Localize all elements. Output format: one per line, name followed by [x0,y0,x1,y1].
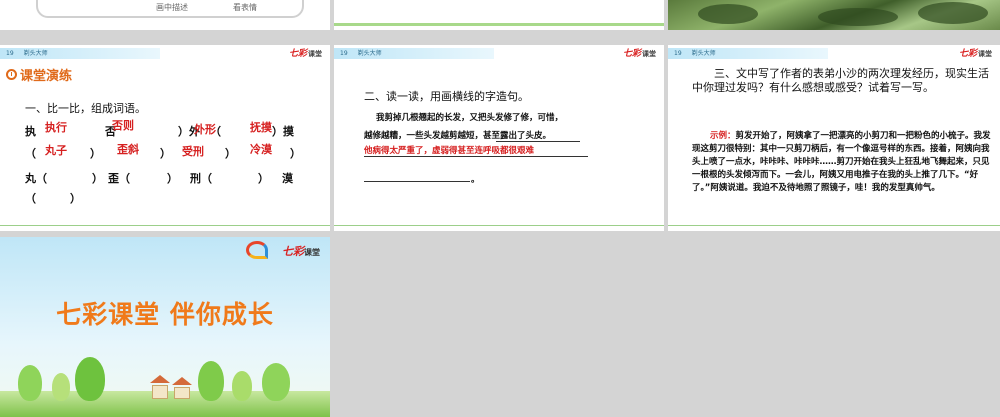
footer-green-bar [334,23,664,26]
slide-thumbnail-top-1[interactable]: 画中描述 看表情 [0,0,330,30]
slide-number: 19 [340,50,348,57]
end-mark: 。 [471,175,480,185]
tree-decoration [75,357,105,401]
house-roof [172,377,192,385]
house-decoration [174,387,190,399]
brand-logo: 七彩课堂 [622,49,656,59]
section-title: 课堂演练 [6,65,72,84]
slide-number: 19 [674,50,682,57]
row2-char-5: ） [290,147,301,160]
example-label: 示例： [710,131,736,141]
brand-logo: 七彩课堂 [282,245,320,258]
slide-thumbnail-top-3[interactable] [668,0,1000,30]
slide-thumbnail-exercise-1[interactable]: 19 剃头大师 七彩课堂 课堂演练 一、比一比，组成词语。 执 执行 否 否则 … [0,45,330,231]
row3-char-1: 丸（ [25,172,47,185]
tree-decoration [232,371,252,401]
row3-char-6: ） [258,172,269,185]
row1-answer-2: 否则 [112,119,134,132]
top-card-text-2: 看表情 [233,3,257,12]
slide-header-strip: 19 剃头大师 [668,48,828,59]
lesson-title: 剃头大师 [23,50,48,57]
row2-char-4: ） [225,147,236,160]
slide-header-strip: 19 剃头大师 [334,48,494,59]
row3-char-4: ） [167,172,178,185]
row1-char-4: （ [210,125,221,138]
row2-char-3: ） [160,147,171,160]
closing-slogan: 七彩课堂 伴你成长 [56,300,274,329]
brand-swirl-icon [246,241,268,259]
tree-decoration [198,361,224,401]
brand-logo: 七彩课堂 [958,49,992,59]
row3-char-5: 刑（ [190,172,212,185]
top-card: 画中描述 看表情 [36,0,304,18]
row2-answer-4: 冷漠 [250,143,272,156]
passage-line-1: 我剪掉几根翘起的长发，又把头发修了修，可惜， [376,113,564,123]
passage-line-2: 越修越糟，一些头发越剪越短，甚至露出了头皮。 [364,131,552,141]
row2-char-1: （ [25,147,36,160]
slide-header-strip: 19 剃头大师 [0,48,160,59]
row3-char-3: 歪（ [108,172,130,185]
row4-char-2: ） [70,192,81,205]
row2-answer-3: 受刑 [182,145,204,158]
house-roof [150,375,170,383]
clock-icon [6,69,17,80]
footer-line [668,225,1000,226]
footer-line [334,225,664,226]
house-decoration [152,385,168,399]
example-text: 剪发开始了，阿姨拿了一把漂亮的小剪刀和一把粉色的小梳子。我发现这剪刀很特别：其中… [692,131,991,193]
answer-underline-2 [364,181,470,182]
row3-char-7: 漠 [282,172,293,185]
question-text: 一、比一比，组成词语。 [25,102,146,115]
tree-decoration [52,373,70,401]
question-text: 二、读一读，用画横线的字造句。 [364,90,529,103]
brand-logo: 七彩课堂 [288,49,322,59]
row2-char-2: ） [90,147,101,160]
section-title-text: 课堂演练 [20,69,73,84]
answer-underline-1 [364,156,588,157]
slide-thumbnail-top-2[interactable] [334,0,664,30]
question-text: 三、文中写了作者的表弟小沙的两次理发经历，现实生活中你理过发吗？有什么感想或感受… [692,67,989,94]
row2-answer-2: 歪斜 [117,143,139,156]
slide-thumbnail-exercise-3[interactable]: 19 剃头大师 七彩课堂 三、文中写了作者的表弟小沙的两次理发经历，现实生活中你… [668,45,1000,231]
row1-char-1: 执 [25,125,36,138]
row3-char-2: ） [92,172,103,185]
lesson-title: 剃头大师 [691,50,716,57]
tree-decoration [18,365,42,401]
row2-answer-1: 丸子 [45,144,67,157]
row1-char-5: ）摸 [272,125,294,138]
row1-answer-1: 执行 [45,121,67,134]
slide-thumbnail-closing[interactable]: 七彩课堂 七彩课堂 伴你成长 [0,237,330,417]
slide-thumbnail-exercise-2[interactable]: 19 剃头大师 七彩课堂 二、读一读，用画横线的字造句。 我剪掉几根翘起的长发，… [334,45,664,231]
footer-line [0,225,330,226]
answer-sentence: 他病得太严重了，虚弱得甚至连呼吸都很艰难 [364,146,535,156]
tree-decoration [262,363,290,401]
painting-image [668,0,1000,30]
example-answer: 示例：剪发开始了，阿姨拿了一把漂亮的小剪刀和一把粉色的小梳子。我发现这剪刀很特别… [692,130,992,195]
row4-char-1: （ [25,192,36,205]
slide-number: 19 [6,50,14,57]
lesson-title: 剃头大师 [357,50,382,57]
top-card-text-1: 画中描述 [156,3,188,12]
underline-marked-word [496,141,580,142]
row1-answer-4: 抚摸 [250,121,272,134]
